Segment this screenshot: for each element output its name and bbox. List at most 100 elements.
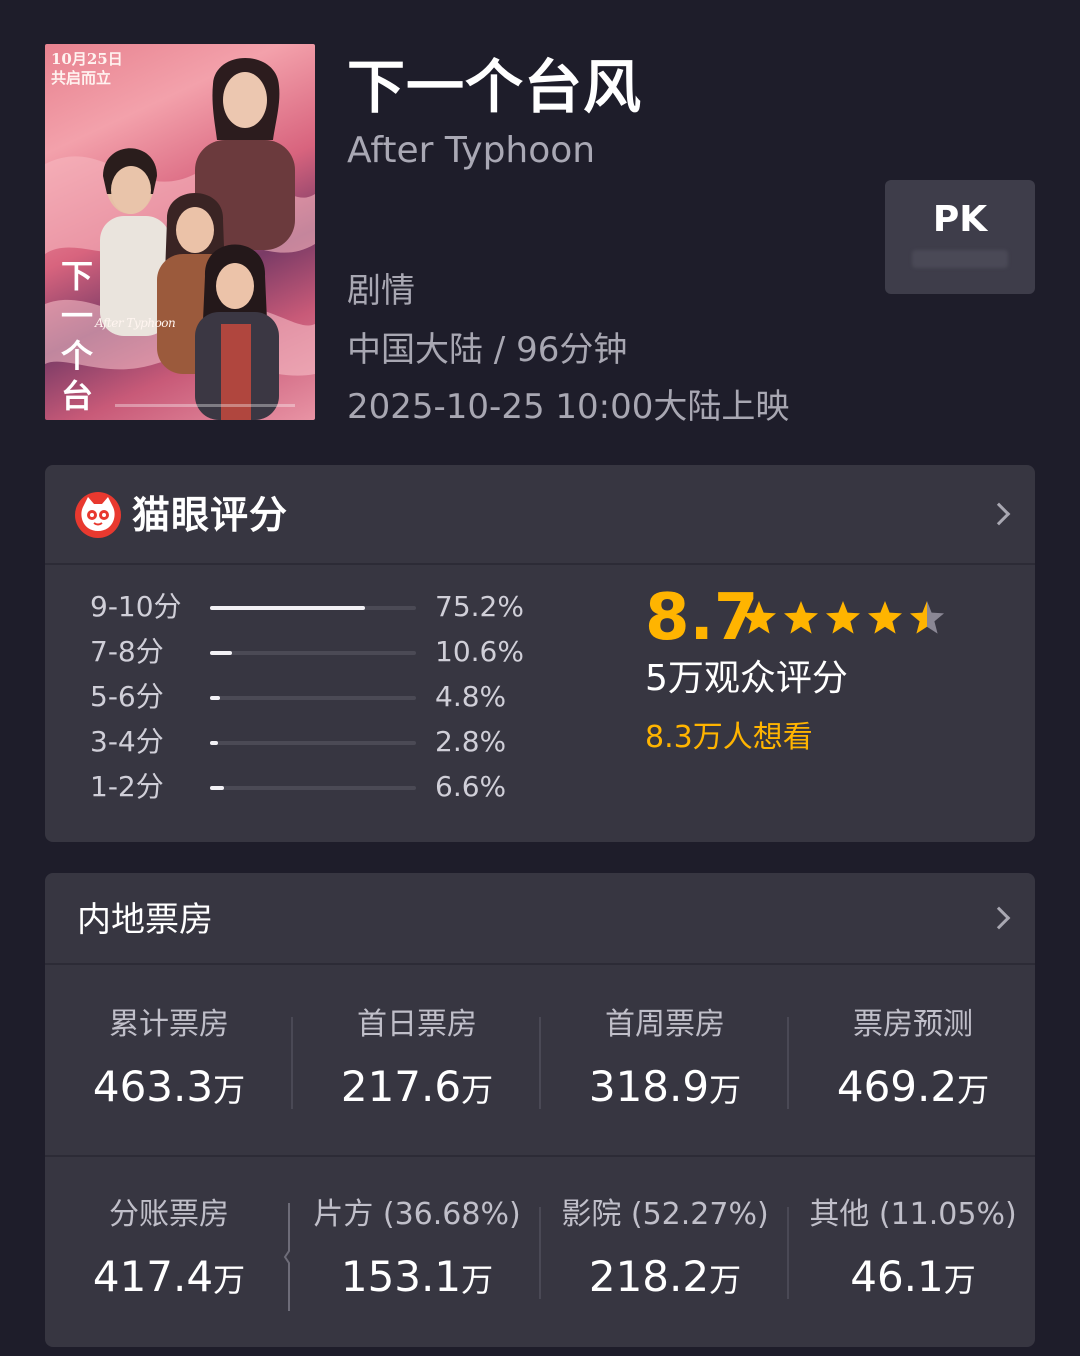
divider bbox=[45, 1155, 1035, 1157]
stat-value: 318.9万 bbox=[541, 1059, 789, 1118]
want-to-see-count: 8.3万人想看 bbox=[645, 720, 813, 755]
distribution-percent: 6.6% bbox=[435, 770, 507, 803]
distribution-bar-fill bbox=[210, 696, 220, 700]
distribution-label: 3-4分 bbox=[90, 725, 164, 758]
rating-stars bbox=[740, 599, 950, 637]
distribution-label: 7-8分 bbox=[90, 635, 164, 668]
stat-number: 469.2 bbox=[836, 1062, 958, 1111]
movie-country-duration: 中国大陆 / 96分钟 bbox=[347, 330, 628, 370]
star-icon bbox=[742, 601, 776, 634]
stat-value: 46.1万 bbox=[789, 1249, 1037, 1308]
stat-unit: 万 bbox=[461, 1071, 494, 1109]
box-office-stat: 累计票房 463.3万 bbox=[45, 1003, 293, 1153]
rating-card[interactable]: 猫眼评分 9-10分 75.2% 7-8分 10.6% 5-6分 4.8% 3-4分 2.8%… bbox=[45, 465, 1035, 842]
box-office-stat: 片方 (36.68%) 153.1万 bbox=[293, 1193, 541, 1343]
chevron-right-icon bbox=[987, 906, 1011, 930]
distribution-bar-fill bbox=[210, 741, 219, 745]
stat-unit: 万 bbox=[213, 1261, 246, 1299]
pk-sublabel-blurred bbox=[912, 250, 1008, 268]
box-office-stat: 票房预测 469.2万 bbox=[789, 1003, 1037, 1153]
stat-label: 首日票房 bbox=[357, 1007, 477, 1042]
stat-number: 218.2 bbox=[588, 1252, 710, 1301]
column-divider bbox=[539, 1017, 541, 1109]
column-divider bbox=[291, 1017, 293, 1109]
stat-value: 153.1万 bbox=[293, 1249, 541, 1308]
movie-title: 下一个台风 bbox=[347, 53, 643, 121]
stat-value: 463.3万 bbox=[45, 1059, 293, 1118]
distribution-bar-track bbox=[210, 786, 416, 790]
distribution-percent: 4.8% bbox=[435, 680, 507, 713]
stat-number: 463.3 bbox=[92, 1062, 214, 1111]
pk-label: PK bbox=[932, 199, 988, 240]
stat-unit: 万 bbox=[943, 1261, 976, 1299]
distribution-bar-track bbox=[210, 606, 416, 610]
distribution-bar-fill bbox=[210, 606, 365, 610]
stat-label: 片方 (36.68%) bbox=[313, 1197, 521, 1232]
stat-label: 累计票房 bbox=[109, 1007, 229, 1042]
stat-label: 票房预测 bbox=[853, 1007, 973, 1042]
stat-label: 影院 (52.27%) bbox=[561, 1197, 769, 1232]
stat-value: 217.6万 bbox=[293, 1059, 541, 1118]
rating-card-title: 猫眼评分 bbox=[132, 493, 289, 537]
stat-value: 469.2万 bbox=[789, 1059, 1037, 1118]
star-icon bbox=[910, 601, 944, 634]
column-divider bbox=[787, 1207, 789, 1299]
distribution-label: 5-6分 bbox=[90, 680, 164, 713]
movie-genre: 剧情 bbox=[347, 271, 415, 311]
box-office-row-split: 分账票房 417.4万 片方 (36.68%) 153.1万 影院 (52.27%) 21… bbox=[45, 1193, 1035, 1343]
movie-release-date: 2025-10-25 10:00大陆上映 bbox=[347, 387, 790, 427]
box-office-row-main: 累计票房 463.3万 首日票房 217.6万 首周票房 318.9万 票房预测 469.2万 bbox=[45, 1003, 1035, 1153]
box-office-stat: 其他 (11.05%) 46.1万 bbox=[789, 1193, 1037, 1343]
distribution-label: 1-2分 bbox=[90, 770, 164, 803]
movie-poster[interactable]: 10月25日 共启而立 下一个台风 After Typhoon bbox=[45, 44, 315, 420]
stat-unit: 万 bbox=[461, 1261, 494, 1299]
stat-unit: 万 bbox=[709, 1071, 742, 1109]
distribution-percent: 75.2% bbox=[435, 590, 524, 623]
stat-unit: 万 bbox=[957, 1071, 990, 1109]
poster-date: 10月25日 共启而立 bbox=[51, 50, 123, 87]
rating-card-header[interactable]: 猫眼评分 bbox=[45, 465, 1035, 565]
distribution-bar-fill bbox=[210, 651, 232, 655]
box-office-stat: 首周票房 318.9万 bbox=[541, 1003, 789, 1153]
stat-value: 417.4万 bbox=[45, 1249, 293, 1308]
pk-button[interactable]: PK bbox=[885, 180, 1035, 294]
brace-icon bbox=[283, 1203, 290, 1311]
distribution-row: 5-6分 4.8% bbox=[90, 677, 530, 717]
poster-credits bbox=[115, 404, 295, 407]
poster-title: 下一个台风 bbox=[61, 257, 94, 420]
star-icon bbox=[826, 601, 860, 634]
column-divider bbox=[539, 1207, 541, 1299]
stat-label: 首周票房 bbox=[605, 1007, 725, 1042]
star-icon bbox=[784, 601, 818, 634]
distribution-label: 9-10分 bbox=[90, 590, 182, 623]
stat-number: 318.9 bbox=[588, 1062, 710, 1111]
distribution-row: 9-10分 75.2% bbox=[90, 587, 530, 627]
box-office-stat: 首日票房 217.6万 bbox=[293, 1003, 541, 1153]
distribution-bar-track bbox=[210, 696, 416, 700]
stat-number: 153.1 bbox=[340, 1252, 462, 1301]
distribution-row: 1-2分 6.6% bbox=[90, 767, 530, 807]
box-office-header[interactable]: 内地票房 bbox=[45, 873, 1035, 965]
stat-unit: 万 bbox=[213, 1071, 246, 1109]
maoyan-cat-icon bbox=[75, 492, 121, 538]
distribution-bar-fill bbox=[210, 786, 224, 790]
audience-count: 5万观众评分 bbox=[645, 658, 848, 699]
distribution-percent: 10.6% bbox=[435, 635, 524, 668]
distribution-percent: 2.8% bbox=[435, 725, 507, 758]
box-office-stat: 分账票房 417.4万 bbox=[45, 1193, 293, 1343]
stat-number: 217.6 bbox=[340, 1062, 462, 1111]
box-office-title: 内地票房 bbox=[77, 900, 213, 940]
box-office-card[interactable]: 内地票房 累计票房 463.3万 首日票房 217.6万 首周票房 318.9万 票房预测 4… bbox=[45, 873, 1035, 1347]
stat-value: 218.2万 bbox=[541, 1249, 789, 1308]
poster-english-title: After Typhoon bbox=[95, 316, 176, 330]
star-icon bbox=[868, 601, 902, 634]
stat-number: 46.1 bbox=[850, 1252, 944, 1301]
box-office-stat: 影院 (52.27%) 218.2万 bbox=[541, 1193, 789, 1343]
stat-label: 分账票房 bbox=[109, 1197, 229, 1232]
distribution-row: 7-8分 10.6% bbox=[90, 632, 530, 672]
movie-english-title: After Typhoon bbox=[347, 130, 596, 171]
chevron-right-icon bbox=[987, 502, 1011, 526]
distribution-bar-track bbox=[210, 651, 416, 655]
stat-unit: 万 bbox=[709, 1261, 742, 1299]
stat-label: 其他 (11.05%) bbox=[809, 1197, 1017, 1232]
